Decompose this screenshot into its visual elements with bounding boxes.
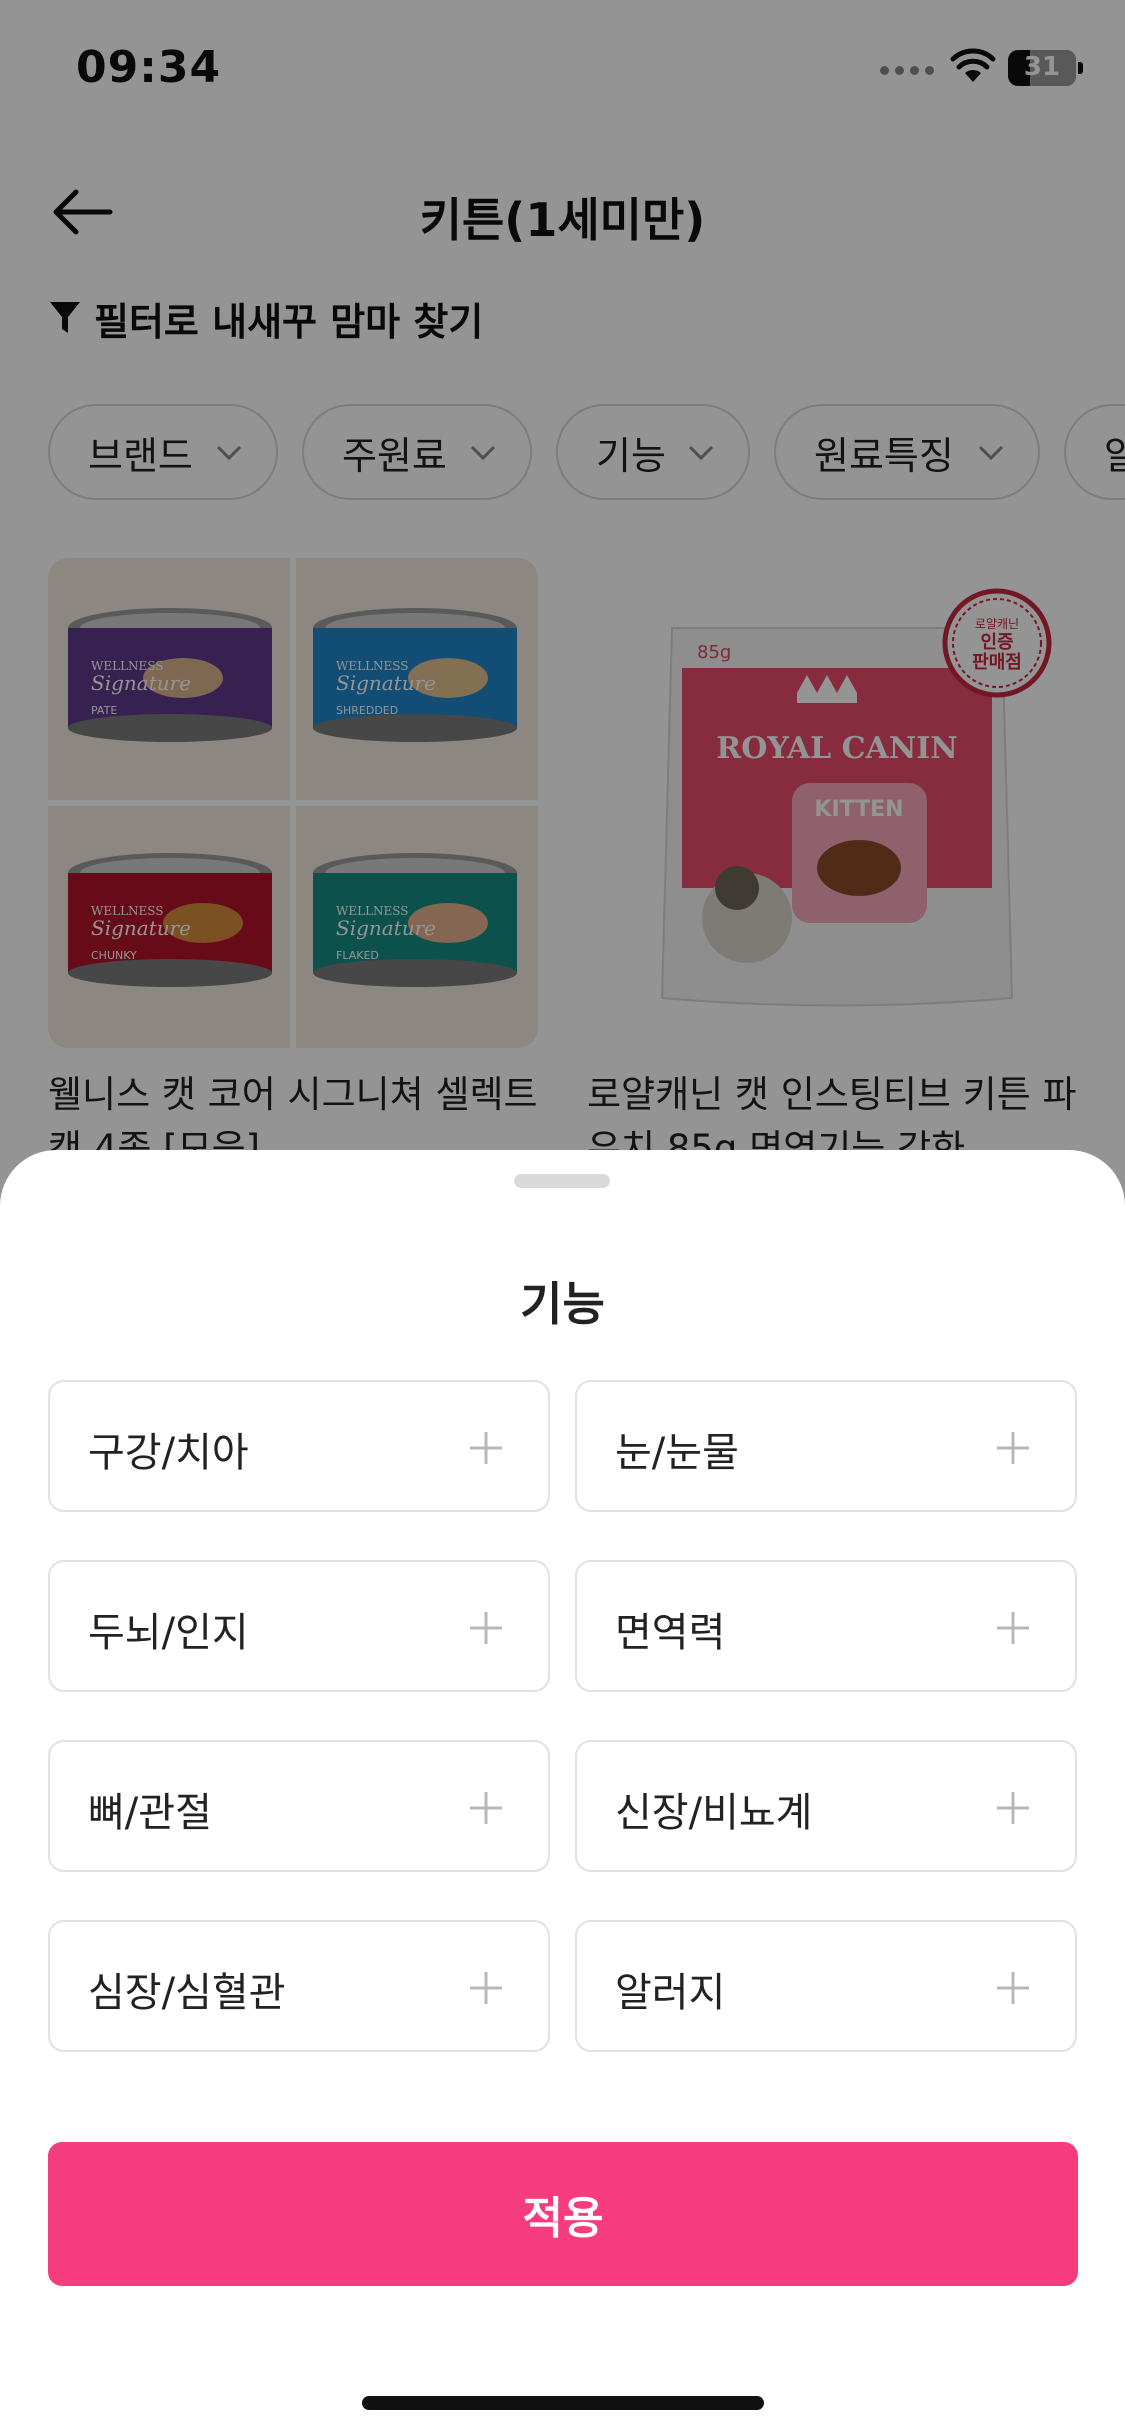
option-label: 심장/심혈관 (88, 1970, 286, 2016)
option-heart-cardio[interactable]: 심장/심혈관 (48, 1920, 550, 2052)
option-allergy[interactable]: 알러지 (575, 1920, 1077, 2052)
plus-icon (997, 1792, 1029, 1824)
home-indicator (362, 2396, 764, 2410)
function-filter-sheet: 기능 구강/치아 눈/눈물 두뇌/인지 면역력 뼈/관절 신장/비뇨계 심장/심… (0, 1150, 1125, 2436)
option-eyes-tears[interactable]: 눈/눈물 (575, 1380, 1077, 1512)
option-oral-dental[interactable]: 구강/치아 (48, 1380, 550, 1512)
option-brain-cognition[interactable]: 두뇌/인지 (48, 1560, 550, 1692)
sheet-drag-handle[interactable] (514, 1174, 610, 1188)
option-label: 알러지 (615, 1970, 726, 2016)
plus-icon (470, 1972, 502, 2004)
plus-icon (470, 1612, 502, 1644)
option-label: 면역력 (615, 1610, 726, 1656)
option-label: 눈/눈물 (615, 1430, 739, 1476)
option-label: 뼈/관절 (88, 1790, 212, 1836)
option-label: 두뇌/인지 (88, 1610, 249, 1656)
option-immunity[interactable]: 면역력 (575, 1560, 1077, 1692)
plus-icon (997, 1612, 1029, 1644)
option-bone-joint[interactable]: 뼈/관절 (48, 1740, 550, 1872)
option-kidney-urinary[interactable]: 신장/비뇨계 (575, 1740, 1077, 1872)
plus-icon (470, 1792, 502, 1824)
option-label: 신장/비뇨계 (615, 1790, 813, 1836)
option-label: 구강/치아 (88, 1430, 249, 1476)
plus-icon (997, 1432, 1029, 1464)
sheet-title: 기능 (520, 1277, 605, 1331)
apply-button[interactable]: 적용 (48, 2142, 1078, 2286)
plus-icon (470, 1432, 502, 1464)
plus-icon (997, 1972, 1029, 2004)
